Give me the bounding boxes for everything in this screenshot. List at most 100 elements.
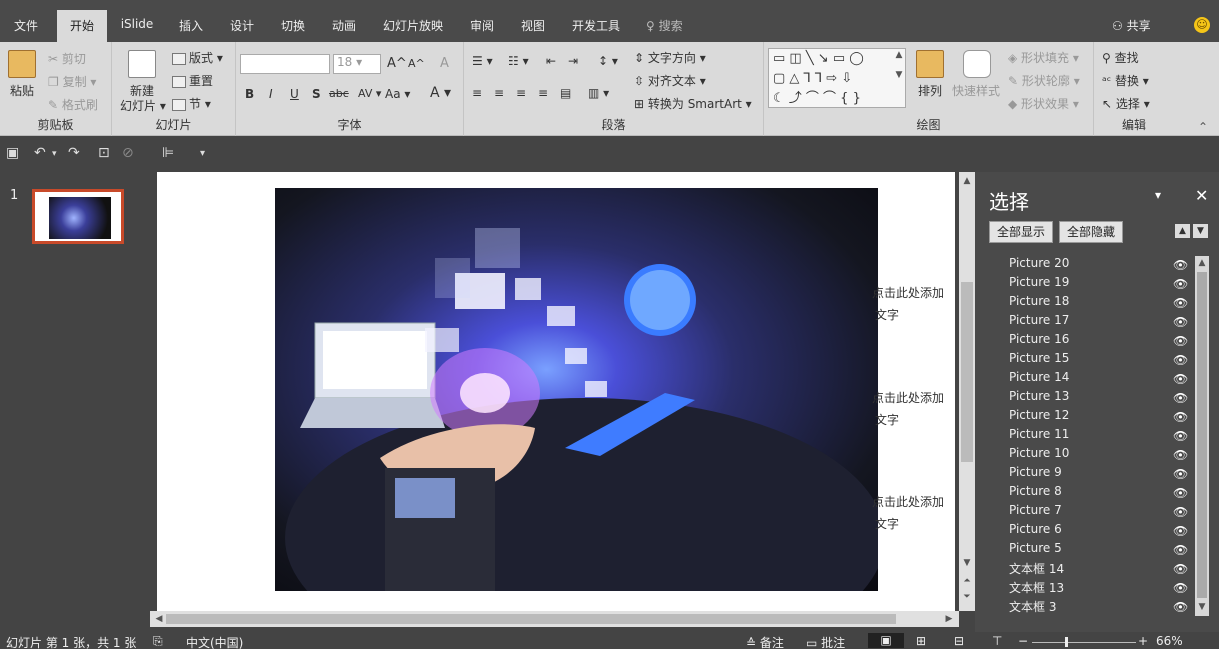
show-all-button[interactable]: 全部显示 <box>989 221 1053 243</box>
placeholder-text[interactable]: 文字 <box>875 411 899 428</box>
align-text-button[interactable]: ⇳ 对齐文本 ▾ <box>634 72 706 89</box>
visibility-eye-icon[interactable]: 👁 <box>1173 600 1188 614</box>
object-list-item[interactable]: Picture 7 👁 <box>1009 503 1199 522</box>
visibility-eye-icon[interactable]: 👁 <box>1173 277 1188 291</box>
tab-developer[interactable]: 开发工具 <box>561 10 631 42</box>
copy-button[interactable]: ❐ 复制 ▾ <box>48 73 96 90</box>
next-slide-icon[interactable]: ⏷ <box>960 592 974 602</box>
placeholder-text[interactable]: 文字 <box>875 306 899 323</box>
scroll-right-icon[interactable]: ▶ <box>942 614 956 624</box>
placeholder-text[interactable]: 点击此处添加 <box>872 493 944 510</box>
placeholder-text[interactable]: 点击此处添加 <box>872 389 944 406</box>
shrink-font-button[interactable]: A^ <box>408 57 425 70</box>
visibility-eye-icon[interactable]: 👁 <box>1173 334 1188 348</box>
visibility-eye-icon[interactable]: 👁 <box>1173 448 1188 462</box>
visibility-eye-icon[interactable]: 👁 <box>1173 581 1188 595</box>
arrange-button[interactable]: 排列 <box>918 82 942 99</box>
zoom-slider-thumb[interactable] <box>1065 637 1069 647</box>
tab-insert[interactable]: 插入 <box>168 10 214 42</box>
spelling-icon[interactable]: ⎘ <box>153 634 163 649</box>
text-direction-button[interactable]: ⇕ 文字方向 ▾ <box>634 49 706 66</box>
prev-slide-icon[interactable]: ⏶ <box>960 576 974 586</box>
tab-file[interactable]: 文件 <box>0 10 52 42</box>
bullets-button[interactable]: ☰ ▾ <box>472 54 493 68</box>
visibility-eye-icon[interactable]: 👁 <box>1173 524 1188 538</box>
tab-home[interactable]: 开始 <box>57 10 107 42</box>
reading-view-icon[interactable]: ⊟ <box>954 634 964 648</box>
visibility-eye-icon[interactable]: 👁 <box>1173 372 1188 386</box>
shape-fill-button[interactable]: ◈ 形状填充 ▾ <box>1008 49 1079 66</box>
cut-button[interactable]: ✂ 剪切 <box>48 50 86 67</box>
scroll-down-icon[interactable]: ▼ <box>960 558 974 568</box>
tab-animations[interactable]: 动画 <box>321 10 367 42</box>
visibility-eye-icon[interactable]: 👁 <box>1173 562 1188 576</box>
underline-button[interactable]: U <box>290 87 299 101</box>
comments-button[interactable]: ▭ 批注 <box>806 634 845 649</box>
visibility-eye-icon[interactable]: 👁 <box>1173 258 1188 272</box>
smartart-button[interactable]: ⊞ 转换为 SmartArt ▾ <box>634 95 752 112</box>
shape-outline-button[interactable]: ✎ 形状轮廓 ▾ <box>1008 72 1080 89</box>
tab-islide[interactable]: iSlide <box>112 10 162 42</box>
justify-button[interactable]: ≡ <box>538 86 548 100</box>
sorter-view-icon[interactable]: ⊞ <box>916 634 926 648</box>
align-right-button[interactable]: ≡ <box>516 86 526 100</box>
find-button[interactable]: ⚲ 查找 <box>1102 49 1139 66</box>
visibility-eye-icon[interactable]: 👁 <box>1173 429 1188 443</box>
reset-button[interactable]: 重置 <box>172 72 213 89</box>
visibility-eye-icon[interactable]: 👁 <box>1173 505 1188 519</box>
font-color-button[interactable]: A ▾ <box>430 85 451 101</box>
slide-thumbnail[interactable] <box>32 189 124 244</box>
paste-icon[interactable] <box>8 50 36 78</box>
new-slide-button[interactable]: 幻灯片 ▾ <box>120 97 166 114</box>
object-list-item[interactable]: Picture 14 👁 <box>1009 370 1199 389</box>
paste-button[interactable]: 粘贴 <box>10 82 34 99</box>
zoom-out-icon[interactable]: − <box>1018 634 1028 648</box>
scroll-thumb[interactable] <box>1197 272 1207 598</box>
scroll-up-icon[interactable]: ▲ <box>960 176 974 186</box>
visibility-eye-icon[interactable]: 👁 <box>1173 391 1188 405</box>
share-button[interactable]: ⚇ 共享 <box>1112 17 1151 34</box>
italic-button[interactable]: I <box>269 87 273 101</box>
object-list-item[interactable]: Picture 20 👁 <box>1009 256 1199 275</box>
scroll-left-icon[interactable]: ◀ <box>152 614 166 624</box>
scroll-up-icon[interactable]: ▲ <box>1195 258 1209 268</box>
vertical-scrollbar[interactable]: ▲ ▼ ⏶ ⏷ <box>959 172 975 611</box>
visibility-eye-icon[interactable]: 👁 <box>1173 315 1188 329</box>
object-list-item[interactable]: Picture 5 👁 <box>1009 541 1199 560</box>
tell-me-search[interactable]: ♀ 搜索 <box>646 17 683 34</box>
visibility-eye-icon[interactable]: 👁 <box>1173 410 1188 424</box>
strikethrough-button[interactable]: abc <box>329 87 349 100</box>
bold-button[interactable]: B <box>245 87 254 101</box>
tab-view[interactable]: 视图 <box>510 10 556 42</box>
object-list-item[interactable]: Picture 13 👁 <box>1009 389 1199 408</box>
object-list-item[interactable]: Picture 6 👁 <box>1009 522 1199 541</box>
visibility-eye-icon[interactable]: 👁 <box>1173 543 1188 557</box>
slide-photo[interactable] <box>275 188 878 591</box>
clear-format-button[interactable]: A <box>440 56 449 71</box>
object-list-item[interactable]: Picture 12 👁 <box>1009 408 1199 427</box>
pane-scrollbar[interactable]: ▲ ▼ <box>1195 256 1209 616</box>
save-icon[interactable]: ▣ <box>6 145 19 161</box>
link-icon[interactable]: ⊘ <box>122 145 134 161</box>
language[interactable]: 中文(中国) <box>186 634 243 649</box>
line-spacing-button[interactable]: ↕ ▾ <box>598 54 618 68</box>
close-icon[interactable]: ✕ <box>1195 186 1208 205</box>
object-list-item[interactable]: 文本框 14 👁 <box>1009 560 1199 579</box>
columns-button[interactable]: ▥ ▾ <box>588 86 609 100</box>
undo-dropdown-icon[interactable]: ▾ <box>52 149 57 159</box>
zoom-level[interactable]: 66% <box>1156 634 1183 648</box>
shapes-gallery[interactable]: ▭ ◫ ╲ ↘ ▭ ◯ ▢ △ ⅂ ⅂ ⇨ ⇩ ☾ ⤴ ⌒ ⌒ { } <box>768 48 906 108</box>
scroll-down-icon[interactable]: ▼ <box>1195 602 1209 612</box>
slideshow-icon[interactable]: ⊡ <box>98 145 110 161</box>
replace-button[interactable]: ᵃᶜ 替换 ▾ <box>1102 72 1149 89</box>
distributed-button[interactable]: ▤ <box>560 86 571 100</box>
send-backward-icon[interactable]: ▼ <box>1193 224 1208 238</box>
object-list-item[interactable]: Picture 19 👁 <box>1009 275 1199 294</box>
layout-button[interactable]: 版式 ▾ <box>172 49 223 66</box>
collapse-ribbon-icon[interactable]: ⌃ <box>1198 120 1208 134</box>
tab-design[interactable]: 设计 <box>219 10 265 42</box>
quick-styles-button[interactable]: 快速样式 <box>952 82 1000 99</box>
numbering-button[interactable]: ☷ ▾ <box>508 54 529 68</box>
visibility-eye-icon[interactable]: 👁 <box>1173 296 1188 310</box>
grow-font-button[interactable]: A^ <box>387 56 407 71</box>
